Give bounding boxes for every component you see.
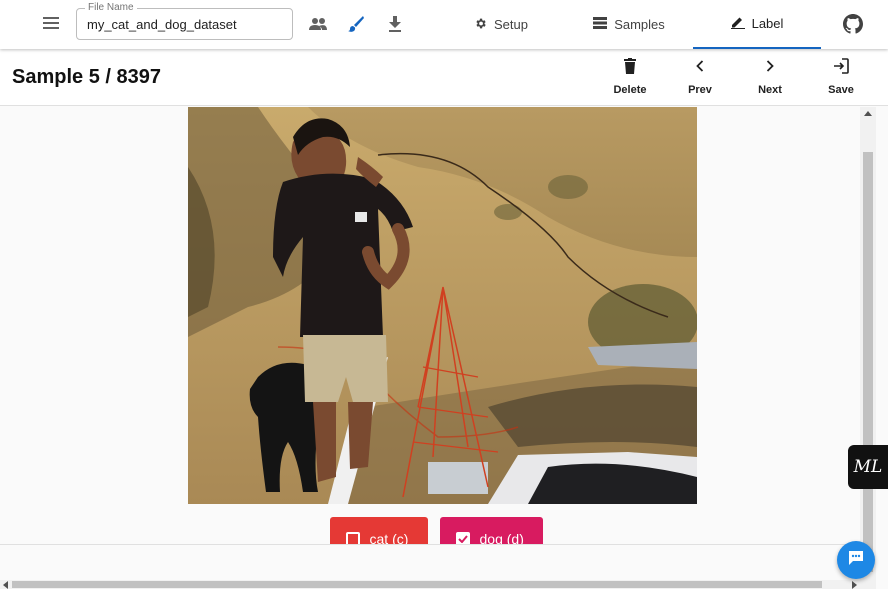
vertical-scroll-thumb[interactable]	[863, 152, 873, 572]
tab-label[interactable]: Label	[693, 0, 821, 49]
trash-icon	[624, 52, 636, 80]
delete-label: Delete	[613, 84, 647, 96]
pencil-icon	[730, 15, 745, 32]
ml-logo-text: ML	[853, 457, 883, 477]
github-icon[interactable]	[842, 13, 864, 35]
next-button[interactable]: Next	[740, 52, 800, 102]
next-label: Next	[758, 84, 782, 96]
labeling-area: cat (c) dog (d)	[0, 107, 860, 560]
gear-icon	[474, 17, 487, 33]
exit-icon	[833, 52, 849, 80]
chevron-right-icon	[766, 52, 774, 80]
file-name-field[interactable]: File Name	[76, 2, 293, 40]
sample-header: Sample 5 / 8397 Delete Prev Next Save	[0, 49, 888, 106]
chat-icon	[847, 549, 865, 572]
brush-icon[interactable]	[345, 13, 367, 35]
tab-setup[interactable]: Setup	[465, 0, 537, 49]
app-bar: File Name Setup Samples Label	[0, 0, 888, 49]
horizontal-scrollbar[interactable]	[0, 580, 876, 589]
horizontal-scroll-thumb[interactable]	[12, 581, 822, 588]
scroll-right-arrow-icon[interactable]	[852, 581, 857, 589]
tab-setup-label: Setup	[494, 17, 528, 32]
prev-label: Prev	[688, 84, 712, 96]
tab-label-label: Label	[751, 16, 784, 31]
save-button[interactable]: Save	[811, 52, 871, 102]
list-icon	[593, 17, 608, 32]
people-icon[interactable]	[307, 13, 329, 35]
vertical-scrollbar[interactable]	[860, 107, 876, 580]
download-icon[interactable]	[384, 13, 406, 35]
scroll-up-arrow-icon[interactable]	[864, 111, 872, 116]
page-title: Sample 5 / 8397	[12, 66, 161, 88]
chat-button[interactable]	[837, 541, 875, 579]
scroll-left-arrow-icon[interactable]	[3, 581, 8, 589]
footer-bar	[0, 544, 860, 580]
ml-logo-badge[interactable]: ML	[848, 445, 888, 489]
chevron-left-icon	[696, 52, 704, 80]
tab-samples[interactable]: Samples	[585, 0, 673, 49]
save-label: Save	[828, 84, 854, 96]
menu-icon[interactable]	[40, 12, 62, 34]
file-name-input[interactable]	[77, 9, 292, 39]
tab-samples-label: Samples	[614, 17, 665, 32]
sample-image	[188, 107, 697, 504]
prev-button[interactable]: Prev	[670, 52, 730, 102]
delete-button[interactable]: Delete	[600, 52, 660, 102]
